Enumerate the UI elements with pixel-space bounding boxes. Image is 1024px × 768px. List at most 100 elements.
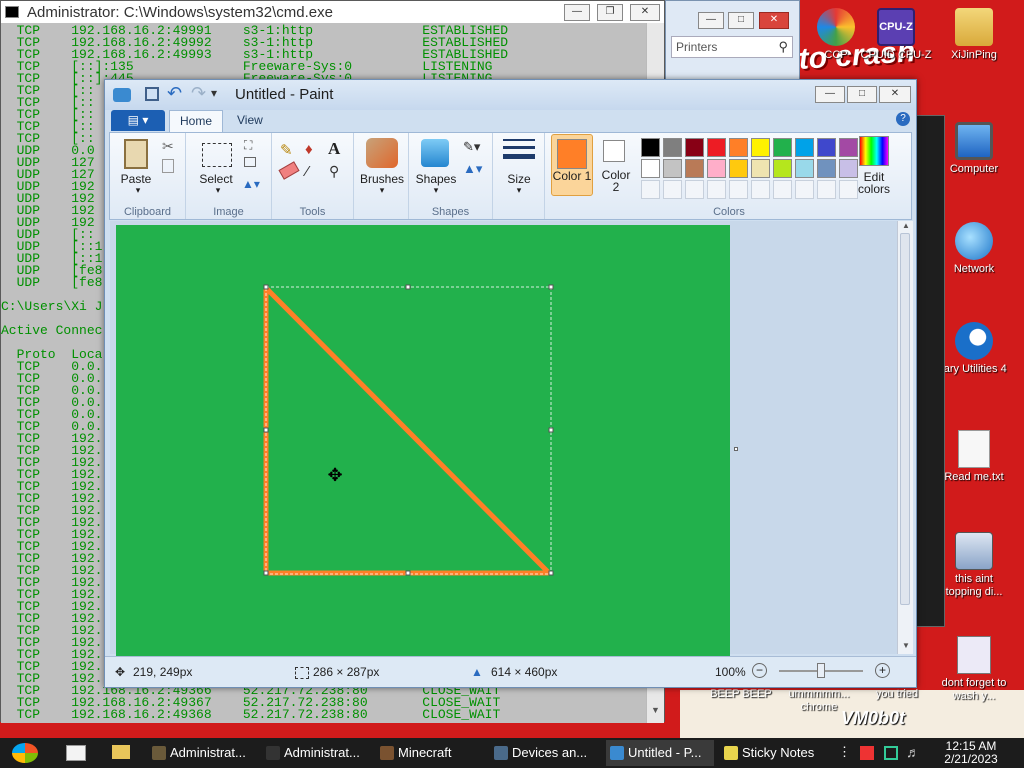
palette-color-swatch[interactable] xyxy=(795,159,814,178)
action-center-flag-icon[interactable] xyxy=(860,746,874,760)
desktop-icon-dont-forget[interactable]: dont forget to wash y... xyxy=(936,636,1012,703)
paint-menu-button[interactable]: ▤ ▾ xyxy=(111,110,165,131)
custom-color-slot[interactable] xyxy=(685,180,704,199)
palette-color-swatch[interactable] xyxy=(773,159,792,178)
desktop-icon-computer[interactable]: Computer xyxy=(936,122,1012,176)
desktop-label-you-tried[interactable]: you tried xyxy=(852,688,942,701)
desktop-icon-network[interactable]: Network xyxy=(936,222,1012,276)
eraser-icon[interactable] xyxy=(278,161,300,180)
scroll-down-arrow-icon[interactable]: ▼ xyxy=(651,705,660,715)
palette-color-swatch[interactable] xyxy=(751,159,770,178)
custom-color-slot[interactable] xyxy=(817,180,836,199)
palette-color-swatch[interactable] xyxy=(839,138,858,157)
select-button[interactable]: Select xyxy=(196,172,236,186)
outline-icon[interactable]: ✎▾ xyxy=(463,139,480,155)
custom-color-slot[interactable] xyxy=(773,180,792,199)
paint-titlebar[interactable]: ↶ ↷ ▾ Untitled - Paint — □ ✕ xyxy=(105,80,916,110)
color-picker-icon[interactable]: ⁄ xyxy=(306,163,309,180)
color1-button[interactable]: Color 1 xyxy=(551,134,593,196)
printers-search-input[interactable]: Printers ⚲ xyxy=(671,36,793,58)
pencil-icon[interactable]: ✎ xyxy=(280,141,293,159)
custom-color-slot[interactable] xyxy=(729,180,748,199)
paste-button[interactable]: Paste xyxy=(116,172,156,186)
printers-maximize-button[interactable]: □ xyxy=(728,12,754,29)
copy-icon[interactable] xyxy=(162,159,174,173)
size-button[interactable]: Size xyxy=(495,172,543,186)
scroll-down-arrow-icon[interactable]: ▼ xyxy=(902,641,910,650)
rotate-icon[interactable]: ▲▾ xyxy=(242,177,260,191)
zoom-in-icon[interactable]: + xyxy=(875,663,890,678)
customize-qat-icon[interactable]: ▾ xyxy=(211,86,217,100)
scrollbar-thumb[interactable] xyxy=(900,233,910,605)
desktop-icon-utilities[interactable]: lary Utilities 4 xyxy=(936,322,1012,376)
paint-close-button[interactable]: ✕ xyxy=(879,86,911,103)
zoom-out-icon[interactable]: − xyxy=(752,663,767,678)
shapes-button[interactable]: Shapes xyxy=(413,172,459,186)
cut-icon[interactable]: ✂ xyxy=(162,138,174,155)
palette-color-swatch[interactable] xyxy=(641,138,660,157)
palette-color-swatch[interactable] xyxy=(729,138,748,157)
color2-button[interactable]: Color 2 xyxy=(597,134,637,196)
redo-icon[interactable]: ↷ xyxy=(191,83,206,104)
tab-home[interactable]: Home xyxy=(169,110,224,132)
taskbar-button[interactable]: Administrat... xyxy=(262,740,370,766)
palette-color-swatch[interactable] xyxy=(663,159,682,178)
taskbar-button[interactable]: Untitled - P... xyxy=(606,740,714,766)
paint-maximize-button[interactable]: □ xyxy=(847,86,877,103)
palette-color-swatch[interactable] xyxy=(773,138,792,157)
text-tool-icon[interactable]: A xyxy=(328,139,340,159)
palette-color-swatch[interactable] xyxy=(751,138,770,157)
paint-minimize-button[interactable]: — xyxy=(815,86,845,103)
zoom-slider-thumb[interactable] xyxy=(817,663,825,678)
brushes-button[interactable]: Brushes xyxy=(357,172,407,186)
clock[interactable]: 12:15 AM 2/21/2023 xyxy=(936,740,1006,766)
scroll-up-arrow-icon[interactable]: ▲ xyxy=(902,221,910,230)
palette-color-swatch[interactable] xyxy=(817,159,836,178)
select-dropdown-icon[interactable]: ▾ xyxy=(198,185,238,196)
size-dropdown-icon[interactable]: ▾ xyxy=(495,185,543,196)
taskbar-button[interactable]: Administrat... xyxy=(148,740,256,766)
printers-close-button[interactable]: ✕ xyxy=(759,12,789,29)
desktop-icon-cpuz[interactable]: CPU-Z CPUID CPU-Z xyxy=(858,8,934,62)
volume-icon[interactable]: ♬ xyxy=(906,744,920,760)
taskbar-button[interactable]: Minecraft xyxy=(376,740,484,766)
canvas-area[interactable]: ✥ xyxy=(110,221,912,656)
network-tray-icon[interactable] xyxy=(884,746,898,760)
triangle-outline[interactable] xyxy=(263,285,552,576)
desktop-icon-this-aint[interactable]: this aint topping di... xyxy=(936,532,1012,599)
canvas-scrollbar[interactable]: ▲ ▼ xyxy=(897,221,913,654)
paste-dropdown-icon[interactable]: ▾ xyxy=(118,185,158,196)
tab-view[interactable]: View xyxy=(227,110,273,132)
palette-color-swatch[interactable] xyxy=(707,138,726,157)
undo-icon[interactable]: ↶ xyxy=(167,83,182,104)
edit-colors-button[interactable]: Edit colors xyxy=(851,171,897,195)
taskbar-button[interactable]: Devices an... xyxy=(490,740,598,766)
tray-overflow-icon[interactable]: ⋮ xyxy=(838,744,851,760)
taskbar-button[interactable]: Sticky Notes xyxy=(720,740,828,766)
resize-icon[interactable] xyxy=(244,157,256,167)
cmd-maximize-button[interactable]: ❐ xyxy=(597,4,623,21)
palette-color-swatch[interactable] xyxy=(685,138,704,157)
triangle-shape[interactable] xyxy=(263,285,552,576)
magnifier-icon[interactable]: ⚲ xyxy=(329,163,339,180)
palette-color-swatch[interactable] xyxy=(641,159,660,178)
fill-style-icon[interactable]: ▲▾ xyxy=(463,161,482,177)
file-explorer-icon[interactable] xyxy=(112,745,130,759)
crop-icon[interactable]: ⛶ xyxy=(244,138,252,153)
custom-color-slot[interactable] xyxy=(795,180,814,199)
fill-icon[interactable]: ♦ xyxy=(305,141,313,158)
desktop-icon-readme[interactable]: Read me.txt xyxy=(936,430,1012,484)
palette-color-swatch[interactable] xyxy=(795,138,814,157)
palette-color-swatch[interactable] xyxy=(707,159,726,178)
palette-color-swatch[interactable] xyxy=(729,159,748,178)
brushes-dropdown-icon[interactable]: ▾ xyxy=(357,185,407,196)
printers-minimize-button[interactable]: — xyxy=(698,12,724,29)
start-button[interactable] xyxy=(8,741,42,765)
custom-color-slot[interactable] xyxy=(751,180,770,199)
save-icon[interactable] xyxy=(145,87,159,101)
palette-color-swatch[interactable] xyxy=(663,138,682,157)
palette-color-swatch[interactable] xyxy=(817,138,836,157)
custom-color-slot[interactable] xyxy=(641,180,660,199)
palette-color-swatch[interactable] xyxy=(685,159,704,178)
shapes-dropdown-icon[interactable]: ▾ xyxy=(413,185,459,196)
